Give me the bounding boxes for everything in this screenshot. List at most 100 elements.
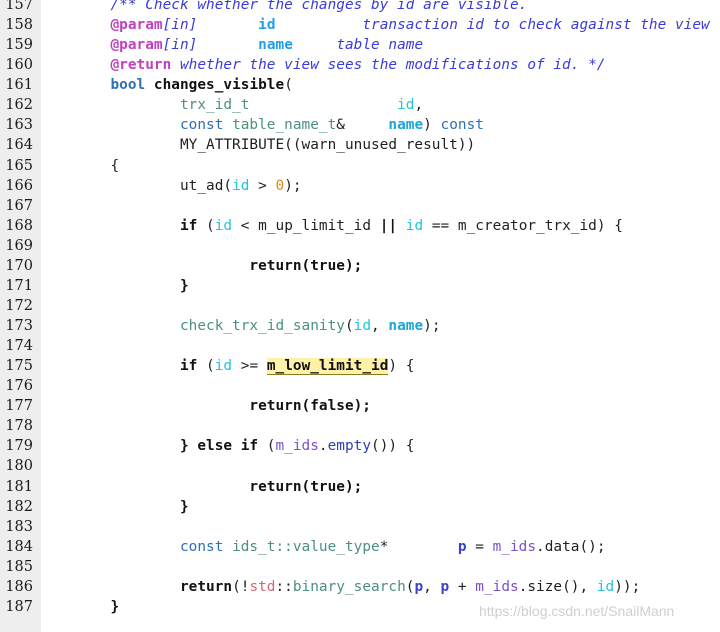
code-line[interactable]: 170 return(true); (0, 256, 720, 276)
code-token: ); (423, 318, 441, 334)
highlighted-token[interactable]: m_low_limit_id (266, 358, 389, 376)
code-line[interactable]: 184 const ids_t::value_type* p = m_ids.d… (0, 537, 720, 557)
code-line[interactable]: 164 MY_ATTRIBUTE((warn_unused_result)) (0, 135, 720, 155)
code-token: (); (579, 538, 606, 555)
line-content[interactable]: @return whether the view sees the modifi… (41, 55, 605, 75)
line-number: 186 (5, 578, 33, 595)
line-content[interactable]: return(true); (41, 477, 362, 497)
line-content[interactable]: MY_ATTRIBUTE((warn_unused_result)) (41, 135, 475, 155)
code-token: ( (284, 77, 293, 94)
line-content[interactable]: if (id < m_up_limit_id || id == m_creato… (41, 216, 623, 236)
code-token: } (179, 438, 198, 455)
code-line[interactable]: 161 bool changes_visible( (0, 75, 720, 95)
code-token: , (414, 97, 424, 114)
code-line[interactable]: 173 check_trx_id_sanity(id, name); (0, 316, 720, 336)
line-number: 175 (5, 358, 33, 375)
line-content[interactable]: @param[in] id transaction id to check ag… (41, 15, 710, 35)
line-content[interactable]: } (41, 276, 189, 296)
line-number: 180 (5, 458, 33, 475)
line-content[interactable]: } (41, 497, 189, 517)
code-line[interactable]: 168 if (id < m_up_limit_id || id == m_cr… (0, 216, 720, 236)
code-token: const (179, 538, 224, 555)
code-line[interactable]: 175 if (id >= m_low_limit_id) { (0, 356, 720, 376)
line-content[interactable]: } else if (m_ids.empty()) { (41, 436, 414, 456)
code-line[interactable]: 180 (0, 456, 720, 476)
code-line[interactable]: 163 const table_name_t& name) const (0, 115, 720, 135)
code-line[interactable]: 158 @param[in] id transaction id to chec… (0, 15, 720, 35)
line-content[interactable]: const table_name_t& name) const (41, 115, 484, 135)
code-line[interactable]: 183 (0, 517, 720, 537)
code-line[interactable]: 174 (0, 336, 720, 356)
code-token: , (371, 318, 389, 334)
code-line[interactable]: 185 (0, 557, 720, 577)
line-number: 183 (5, 518, 33, 535)
line-number: 161 (5, 77, 33, 94)
code-line[interactable]: 178 (0, 416, 720, 436)
line-content[interactable]: { (41, 156, 119, 176)
code-token: ); (284, 177, 302, 194)
code-line[interactable]: 177 return(false); (0, 396, 720, 416)
line-content[interactable]: bool changes_visible( (41, 75, 293, 95)
line-content[interactable]: @param[in] name table name (41, 35, 423, 55)
code-line[interactable]: 186 return(!std::binary_search(p, p + m_… (0, 577, 720, 597)
code-line[interactable]: 182 } (0, 497, 720, 517)
code-token: table_name_t (232, 117, 337, 134)
code-token: ut_ad( (179, 177, 233, 194)
code-line[interactable]: 169 (0, 236, 720, 256)
code-line[interactable]: 160 @return whether the view sees the mo… (0, 55, 720, 75)
code-viewer[interactable]: 157 /** Check whether the changes by id … (0, 0, 720, 632)
line-content[interactable]: return(true); (41, 256, 362, 276)
line-content[interactable]: return(!std::binary_search(p, p + m_ids.… (41, 577, 640, 597)
code-line[interactable]: 167 (0, 196, 720, 216)
code-token: 0 (275, 177, 285, 194)
code-token: m_ids (475, 578, 519, 595)
code-line[interactable]: 181 return(true); (0, 477, 720, 497)
line-number: 159 (5, 37, 33, 54)
line-content[interactable]: /** Check whether the changes by id are … (41, 0, 527, 15)
line-content[interactable]: trx_id_t id, (41, 95, 423, 115)
code-token: /** Check whether the changes by id are … (110, 0, 528, 13)
line-number: 167 (5, 197, 33, 214)
code-lines-container[interactable]: 157 /** Check whether the changes by id … (0, 0, 720, 617)
code-line[interactable]: 171 } (0, 276, 720, 296)
code-line[interactable]: 162 trx_id_t id, (0, 95, 720, 115)
code-token: p (440, 578, 450, 595)
line-content[interactable]: const ids_t::value_type* p = m_ids.data(… (41, 537, 606, 557)
line-number: 174 (5, 338, 33, 355)
code-token: whether the view sees the modifications … (171, 57, 606, 74)
code-line[interactable]: 179 } else if (m_ids.empty()) { (0, 436, 720, 456)
code-line[interactable]: 165 { (0, 156, 720, 176)
code-line[interactable]: 159 @param[in] name table name (0, 35, 720, 55)
line-number: 163 (5, 117, 33, 134)
line-content[interactable]: return(false); (41, 396, 371, 416)
code-token: empty (327, 438, 372, 455)
code-line[interactable]: 187 } (0, 597, 720, 617)
line-content[interactable]: check_trx_id_sanity(id, name); (41, 316, 441, 336)
line-number: 181 (5, 478, 33, 495)
code-line[interactable]: 172 (0, 296, 720, 316)
code-line[interactable]: 157 /** Check whether the changes by id … (0, 0, 720, 15)
line-content[interactable]: ut_ad(id > 0); (41, 176, 302, 196)
code-token: )); (614, 578, 641, 595)
line-number: 172 (5, 297, 33, 314)
code-token: ) (423, 117, 441, 134)
code-token: } (110, 598, 120, 615)
line-content[interactable]: } (41, 597, 119, 617)
code-line[interactable]: 166 ut_ad(id > 0); (0, 176, 720, 196)
code-token: return(true); (249, 257, 363, 274)
code-token: if (179, 217, 198, 234)
code-token: } (179, 277, 189, 294)
code-line[interactable]: 176 (0, 376, 720, 396)
code-token: id (397, 97, 415, 114)
line-content[interactable]: if (id >= m_low_limit_id) { (41, 356, 414, 376)
